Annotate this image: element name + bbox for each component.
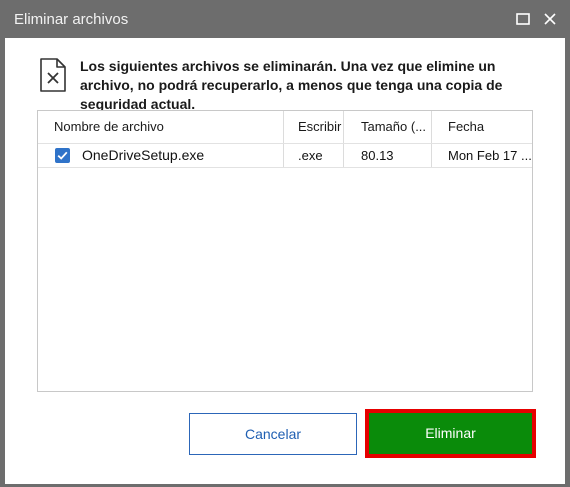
column-header-type[interactable]: Escribir — [284, 111, 344, 143]
table-header: Nombre de archivo Escribir Tamaño (... F… — [38, 111, 532, 144]
column-header-name[interactable]: Nombre de archivo — [38, 111, 284, 143]
dialog-content: Los siguientes archivos se eliminarán. U… — [5, 38, 565, 484]
title-bar: Eliminar archivos — [0, 0, 570, 38]
file-size-cell: 80.13 — [344, 144, 432, 167]
table-row[interactable]: OneDriveSetup.exe .exe 80.13 Mon Feb 17 … — [38, 144, 532, 168]
files-table: Nombre de archivo Escribir Tamaño (... F… — [37, 110, 533, 392]
delete-button[interactable]: Eliminar — [369, 413, 532, 454]
delete-button-highlight: Eliminar — [365, 409, 536, 458]
delete-files-dialog: Eliminar archivos Los siguientes archivo… — [0, 0, 570, 487]
maximize-icon[interactable] — [514, 10, 532, 28]
dialog-title: Eliminar archivos — [14, 11, 129, 28]
file-date-cell: Mon Feb 17 ... — [448, 148, 532, 163]
file-x-icon — [39, 58, 67, 92]
close-icon[interactable] — [541, 10, 559, 28]
file-type-cell: .exe — [284, 144, 344, 167]
warning-message: Los siguientes archivos se eliminarán. U… — [80, 58, 503, 112]
column-header-date[interactable]: Fecha — [432, 111, 532, 143]
column-header-size[interactable]: Tamaño (... — [344, 111, 432, 143]
file-name-cell: OneDriveSetup.exe — [38, 144, 284, 167]
cancel-button[interactable]: Cancelar — [189, 413, 357, 455]
